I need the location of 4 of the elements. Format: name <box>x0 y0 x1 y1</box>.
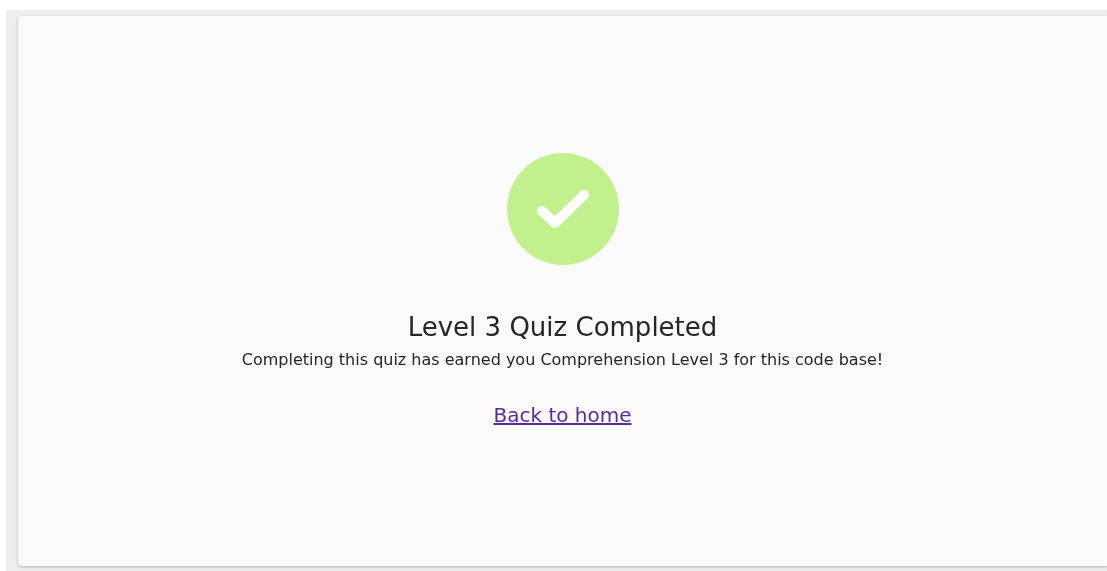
result-title: Level 3 Quiz Completed <box>407 311 718 343</box>
back-to-home-link[interactable]: Back to home <box>493 402 632 428</box>
checkmark-icon <box>535 189 590 229</box>
result-message: Completing this quiz has earned you Comprehension Level 3 for this code base! <box>241 349 884 371</box>
